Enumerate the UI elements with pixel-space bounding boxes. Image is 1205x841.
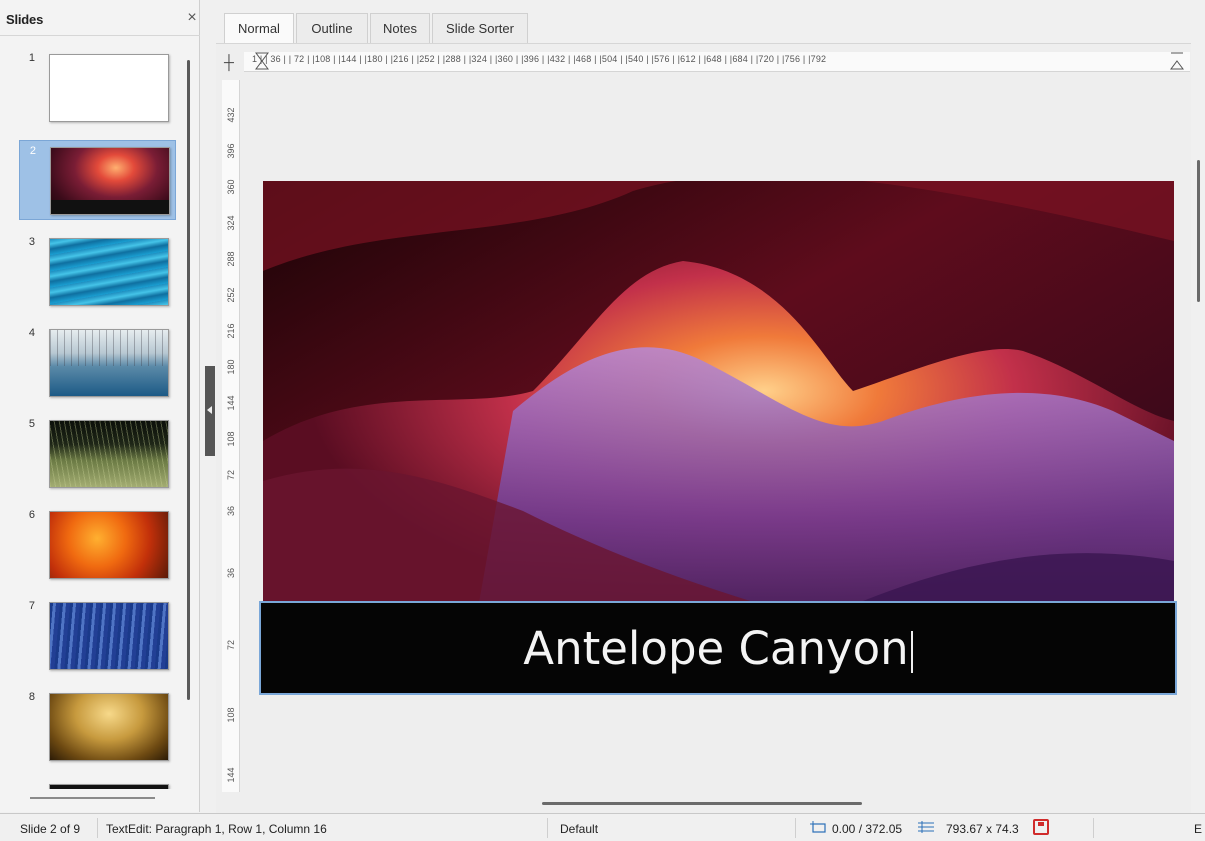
text-cursor	[910, 631, 913, 673]
slide-thumbnail-list: 1 2 3 4 5 6 7 8	[0, 37, 186, 789]
ruler-label: 288	[226, 251, 236, 267]
slide-number: 8	[28, 691, 35, 703]
ruler-label: 252	[226, 287, 236, 303]
vertical-scrollbar[interactable]	[1197, 160, 1200, 302]
slide-thumbnail-4[interactable]: 4	[19, 323, 176, 403]
ruler-label: 180	[226, 359, 236, 375]
slide-thumbnail-6[interactable]: 6	[19, 505, 176, 585]
slide-number: 6	[28, 509, 35, 521]
slide-number: 1	[28, 52, 35, 64]
ruler-label: 360	[226, 179, 236, 195]
slide-preview	[49, 693, 169, 761]
ruler-label: 36	[226, 568, 236, 579]
ruler-label: 108	[226, 707, 236, 723]
slides-horizontal-scrollbar[interactable]	[30, 797, 155, 799]
indent-marker-icon[interactable]	[1170, 52, 1184, 70]
ruler-label: 216	[226, 323, 236, 339]
slide-thumbnail-1[interactable]: 1	[19, 48, 176, 128]
ruler-origin-icon: ┼	[224, 54, 234, 70]
tab-outline[interactable]: Outline	[296, 13, 368, 43]
slide-preview	[49, 784, 169, 789]
tab-normal[interactable]: Normal	[224, 13, 294, 43]
slide-preview	[49, 54, 169, 122]
slide-preview	[49, 420, 169, 488]
slide-title[interactable]: Antelope Canyon	[261, 603, 1175, 693]
ruler-label: 72	[226, 640, 236, 651]
status-divider	[1093, 818, 1094, 838]
ruler-label: 144	[226, 395, 236, 411]
slides-panel-title: Slides	[6, 12, 44, 27]
slide-preview	[49, 238, 169, 306]
slide-number: 7	[28, 600, 35, 612]
ruler-label: 108	[226, 431, 236, 447]
language-status[interactable]: E	[1194, 822, 1202, 836]
tab-slide-sorter[interactable]: Slide Sorter	[432, 13, 528, 43]
size-status: 793.67 x 74.3	[946, 822, 1019, 836]
ruler-label: 396	[226, 143, 236, 159]
status-divider	[795, 818, 796, 838]
tab-notes[interactable]: Notes	[370, 13, 430, 43]
status-divider	[97, 818, 98, 838]
slide-preview	[49, 511, 169, 579]
ruler-label: 432	[226, 107, 236, 123]
slide-number: 2	[29, 145, 36, 157]
position-status: 0.00 / 372.05	[832, 822, 903, 836]
slide-thumbnail-2[interactable]: 2	[19, 140, 176, 220]
slide-thumbnail-7[interactable]: 7	[19, 596, 176, 676]
slides-scrollbar[interactable]	[187, 60, 190, 700]
status-bar: Slide 2 of 9 TextEdit: Paragraph 1, Row …	[0, 813, 1205, 841]
slide-number: 3	[28, 236, 35, 248]
size-icon	[918, 821, 934, 833]
position-icon	[810, 821, 826, 833]
layout-status[interactable]: Default	[560, 822, 598, 836]
slide-thumbnail-9[interactable]	[19, 778, 176, 789]
horizontal-scrollbar[interactable]	[542, 802, 862, 805]
slide-position-status: Slide 2 of 9	[20, 822, 81, 836]
collapse-panel-handle[interactable]	[205, 366, 215, 456]
vertical-ruler[interactable]: 432 396 360 324 288 252 216 180 144 108 72 36 36 72 10…	[222, 80, 240, 792]
document-modified-icon[interactable]	[1033, 819, 1049, 835]
ruler-label: 324	[226, 215, 236, 231]
slide-number: 4	[28, 327, 35, 339]
close-icon[interactable]: ×	[184, 10, 200, 26]
slide-preview	[49, 329, 169, 397]
slide-thumbnail-5[interactable]: 5	[19, 414, 176, 494]
ruler-label: 72	[226, 470, 236, 481]
ruler-labels: 1 | | 36 | | 72 | |108 | |144 | |180 | |…	[252, 54, 827, 64]
slide-preview	[50, 147, 170, 215]
slide-title-text: Antelope Canyon	[523, 622, 909, 675]
slide-number: 5	[28, 418, 35, 430]
edit-status: TextEdit: Paragraph 1, Row 1, Column 16	[106, 822, 327, 836]
ruler-label: 144	[226, 767, 236, 783]
slide-title-textbox[interactable]: Antelope Canyon	[259, 601, 1177, 695]
ruler-label: 36	[226, 506, 236, 517]
slides-panel: Slides × 1 2 3 4 5 6 7 8	[0, 0, 200, 812]
status-divider	[547, 818, 548, 838]
slide-thumbnail-8[interactable]: 8	[19, 687, 176, 767]
horizontal-ruler[interactable]: 1 | | 36 | | 72 | |108 | |144 | |180 | |…	[244, 52, 1190, 72]
slide-preview	[49, 602, 169, 670]
slides-panel-header: Slides ×	[0, 0, 200, 36]
slide-thumbnail-3[interactable]: 3	[19, 232, 176, 312]
indent-marker-icon[interactable]	[255, 52, 269, 70]
